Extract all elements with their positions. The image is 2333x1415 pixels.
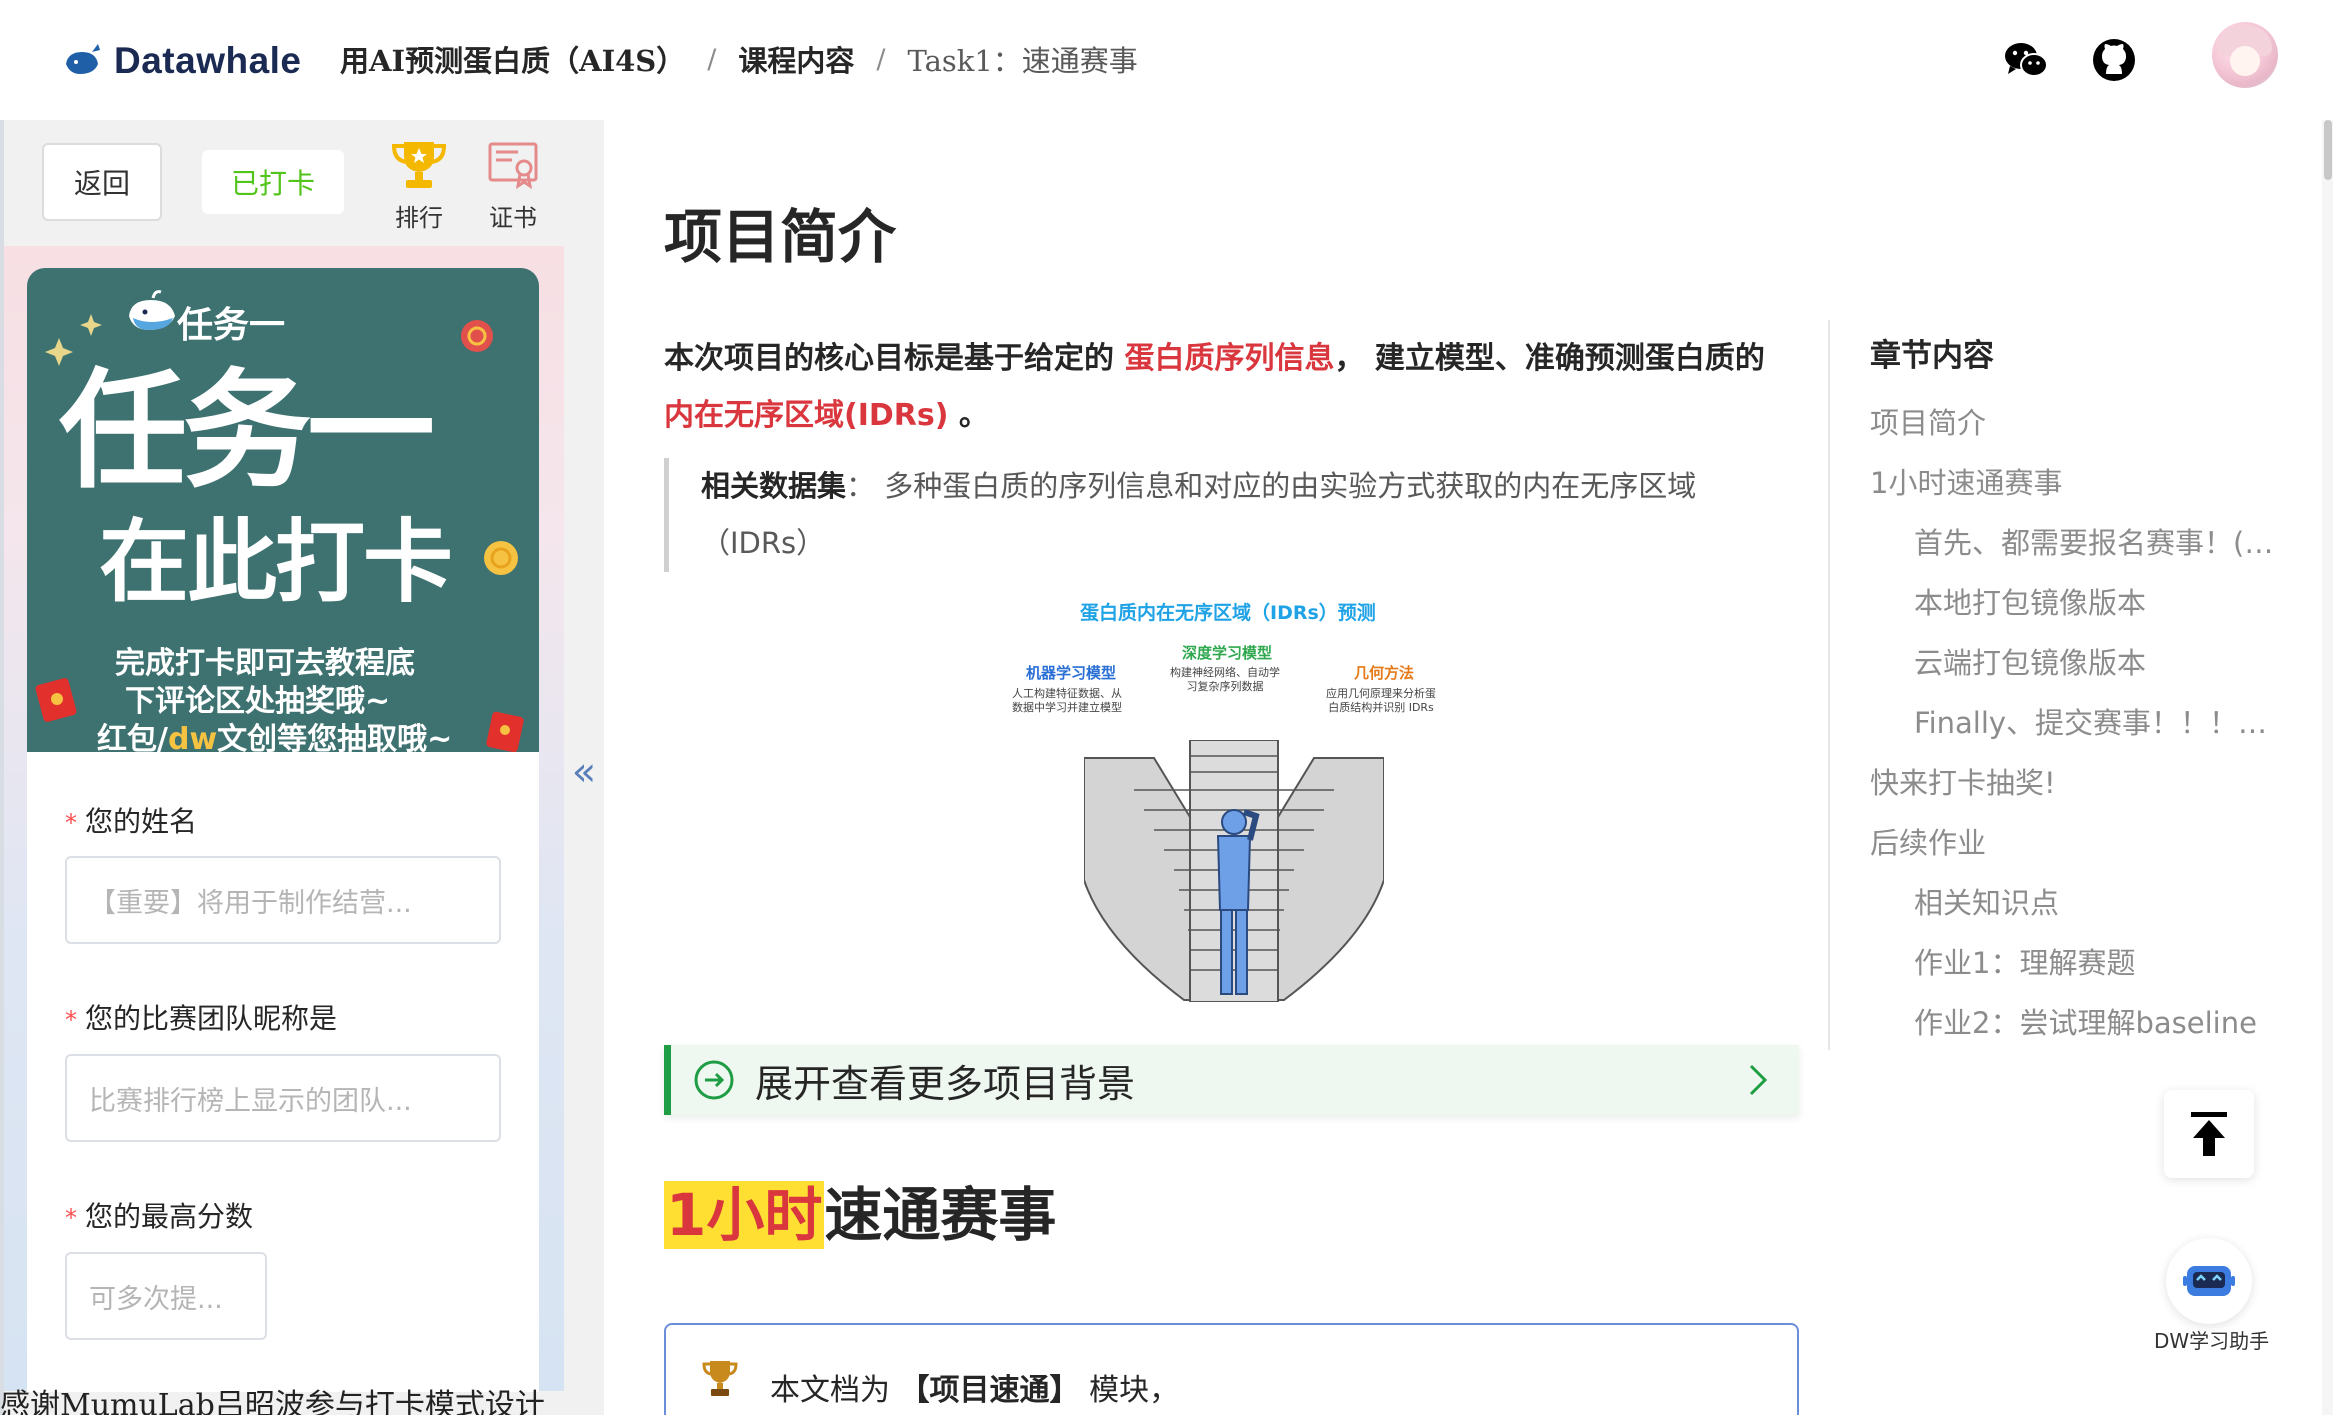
figure-col1-title: 机器学习模型 [1026,664,1117,682]
toc-item[interactable]: 快来打卡抽奖! [1870,760,2056,802]
name-label: * 您的姓名 [65,805,198,838]
toc-item[interactable]: 作业1：理解赛题 [1914,940,2135,982]
red-envelope-icon [35,678,77,722]
top-header: Datawhale 用AI预测蛋白质（AI4S） / 课程内容 / Task1：… [0,0,2333,120]
breadcrumb-separator: / [707,43,717,75]
poster-task-label: 任务一 [177,305,286,346]
checkin-poster: 任务一 任务一 在此打卡 完成打卡即可去教程底 下评论区处抽奖哦~ 红包/dw文… [27,268,539,752]
intro-paragraph: 本次项目的核心目标是基于给定的 蛋白质序列信息， 建立模型、准确预测蛋白质的 内… [664,341,1765,433]
certificate-label: 证书 [489,204,537,232]
whale-logo-icon [66,44,100,74]
wechat-icon[interactable] [2002,36,2050,84]
arrow-up-to-line-icon [2191,1112,2227,1156]
page-scrollbar[interactable] [2322,120,2333,1415]
arrow-circle-right-icon [694,1060,734,1100]
toc-divider [1828,320,1830,1050]
toc-item[interactable]: 首先、都需要报名赛事！(… [1914,520,2273,562]
poster-subheadline: 在此打卡 [99,510,453,615]
quote-text: ： 多种蛋白质的序列信息和对应的由实验方式获取的内在无序区域（IDRs） [701,469,1697,560]
breadcrumb: 用AI预测蛋白质（AI4S） / 课程内容 / Task1：速通赛事 [340,38,1138,80]
team-input[interactable]: 比赛排行榜上显示的团队... [65,1054,501,1142]
chevron-right-icon [1749,1064,1768,1096]
name-input[interactable]: 【重要】将用于制作结营... [65,856,501,944]
user-avatar[interactable] [2212,22,2278,88]
toc-title: 章节内容 [1870,338,1994,374]
rank-label: 排行 [395,204,443,232]
toc-item[interactable]: 1小时速通赛事 [1870,460,2062,502]
toc-item[interactable]: 相关知识点 [1914,880,2059,922]
breadcrumb-course[interactable]: 用AI预测蛋白质（AI4S） [340,38,685,80]
expand-label: 展开查看更多项目背景 [755,1061,1136,1106]
trophy-icon [391,142,447,188]
stairs-illustration [1084,740,1384,1002]
thanks-note: 感谢MumuLab吕昭波参与打卡模式设计 [0,1388,545,1415]
figure-col3-title: 几何方法 [1354,664,1415,682]
back-button[interactable]: 返回 [42,143,162,221]
checkin-form: * 您的姓名 【重要】将用于制作结营... * 您的比赛团队昵称是 比赛排行榜上显示… [27,752,539,1392]
checked-in-button[interactable]: 已打卡 [202,150,344,214]
trophy-icon [702,1361,738,1396]
certificate-button[interactable]: 证书 [478,138,548,233]
score-input[interactable]: 可多次提... [65,1252,267,1340]
certificate-icon [488,142,538,190]
toc-item[interactable]: Finally、提交赛事！！！… [1914,700,2267,742]
coin-icon [461,320,493,352]
toc-item[interactable]: 项目简介 [1870,400,1986,442]
toc-item[interactable]: 云端打包镜像版本 [1914,640,2146,682]
back-to-top-button[interactable] [2164,1090,2254,1178]
robot-assistant-icon [2183,1266,2235,1296]
datawhale-logo[interactable]: Datawhale [62,40,302,82]
figure-title: 蛋白质内在无序区域（IDRs）预测 [1080,602,1376,624]
figure-col1-text: 人工构建特征数据、从 数据中学习并建立模型 [1012,687,1122,714]
score-label: * 您的最高分数 [65,1200,254,1233]
scrollbar-thumb[interactable] [2324,120,2332,180]
dataset-quote: 相关数据集： 多种蛋白质的序列信息和对应的由实验方式获取的内在无序区域（IDRs… [664,458,1794,572]
note-text: 本文档为 【项目速通】 模块， [770,1373,1180,1408]
logo-text: Datawhale [114,40,302,81]
red-envelope-icon [486,711,524,752]
figure-col2-text: 构建神经网络、自动学 习复杂序列数据 [1170,666,1280,693]
section-title-intro: 项目简介 [664,203,897,271]
poster-line-3: 红包/dw文创等您抽取哦~ [97,722,453,752]
toc-item[interactable]: 后续作业 [1870,820,1986,862]
toc-item[interactable]: 作业2：尝试理解baseline [1914,1000,2257,1042]
figure-col3-text: 应用几何原理来分析蛋 白质结构并识别 IDRs [1326,687,1436,714]
team-label: * 您的比赛团队昵称是 [65,1002,338,1035]
figure-col2-title: 深度学习模型 [1182,644,1273,662]
assistant-label: DW学习助手 [2154,1329,2270,1353]
coin-icon [484,541,518,575]
breadcrumb-current: Task1：速通赛事 [907,44,1138,78]
highlight-idrs: 内在无序区域(IDRs) [664,398,949,433]
expand-background-toggle[interactable]: 展开查看更多项目背景 [664,1045,1799,1115]
idr-prediction-figure: 蛋白质内在无序区域（IDRs）预测 机器学习模型 人工构建特征数据、从 数据中学… [1010,590,1460,1005]
speedrun-note-box: 本文档为 【项目速通】 模块， [664,1323,1799,1415]
toc-item[interactable]: 本地打包镜像版本 [1914,580,2146,622]
collapse-panel-icon[interactable]: « [564,752,604,792]
poster-headline: 任务一 [59,357,435,506]
breadcrumb-content[interactable]: 课程内容 [738,38,854,80]
breadcrumb-separator: / [876,43,886,75]
dw-assistant-button[interactable] [2166,1238,2252,1324]
whale-mascot-icon [129,290,175,330]
highlight-protein-sequence: 蛋白质序列信息 [1124,341,1335,376]
section-title-speedrun: 1小时速通赛事 [664,1181,1057,1249]
quote-label: 相关数据集 [701,469,847,503]
github-icon[interactable] [2090,36,2138,84]
rank-button[interactable]: 排行 [384,138,454,233]
